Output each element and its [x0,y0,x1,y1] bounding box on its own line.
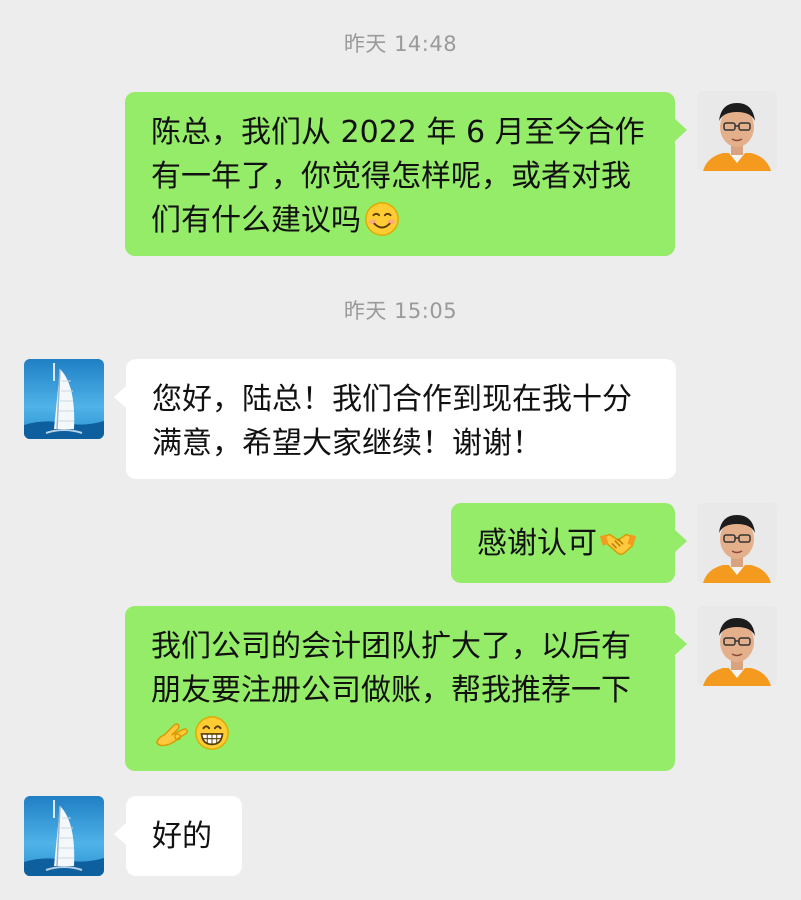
timestamp: 昨天 14:48 [343,32,458,56]
contact-avatar[interactable] [24,796,104,876]
message-bubble-outgoing[interactable]: 我们公司的会计团队扩大了，以后有朋友要注册公司做账，帮我推荐一下 [125,606,687,771]
self-avatar[interactable] [697,503,777,583]
message-text: 好的 [152,819,212,854]
self-avatar[interactable] [697,91,777,171]
grinning-face-icon [193,714,231,752]
person-avatar-icon [697,91,777,171]
message-bubble-outgoing[interactable]: 感谢认可 [451,503,687,583]
message-text: 我们公司的会计团队扩大了，以后有朋友要注册公司做账，帮我推荐一下 [151,629,631,708]
burj-al-arab-avatar-icon [24,796,104,876]
smiling-face-icon [363,200,401,238]
person-avatar-icon [697,606,777,686]
person-avatar-icon [697,503,777,583]
message-bubble-outgoing[interactable]: 陈总，我们从 2022 年 6 月至今合作有一年了，你觉得怎样呢，或者对我们有什… [125,92,687,256]
ok-hand-icon [153,714,191,752]
self-avatar[interactable] [697,606,777,686]
message-bubble-incoming[interactable]: 您好，陆总！我们合作到现在我十分满意，希望大家继续！谢谢！ [114,359,676,479]
message-bubble-incoming[interactable]: 好的 [114,796,242,876]
message-text: 您好，陆总！我们合作到现在我十分满意，希望大家继续！谢谢！ [152,382,632,461]
handshake-icon [599,523,637,561]
timestamp: 昨天 15:05 [343,299,458,323]
burj-al-arab-avatar-icon [24,359,104,439]
message-text: 感谢认可 [477,526,597,561]
contact-avatar[interactable] [24,359,104,439]
